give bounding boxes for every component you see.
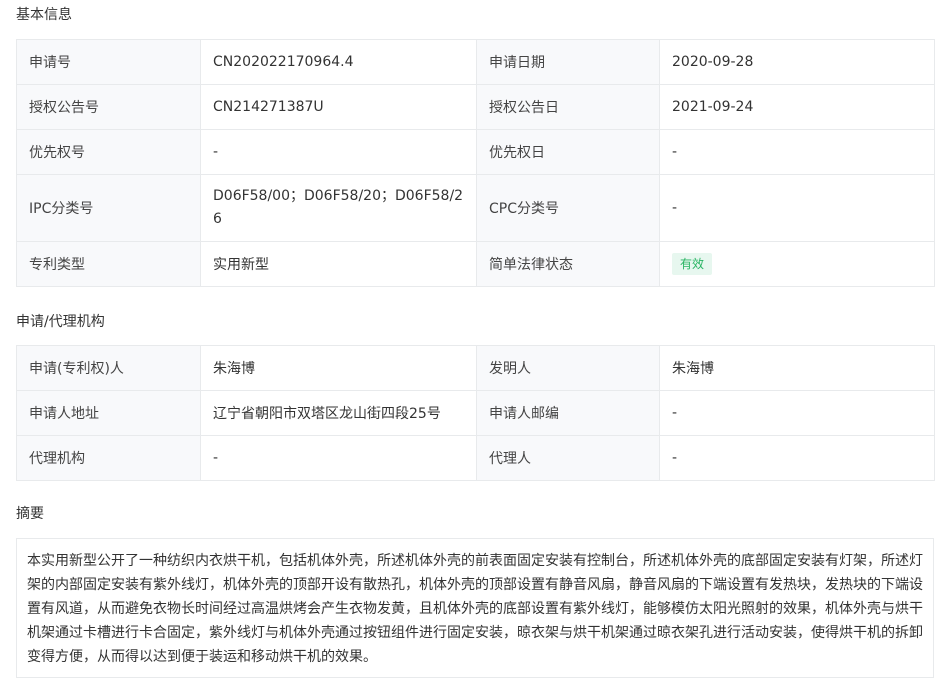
grant-pub-date-label: 授权公告日	[476, 84, 660, 130]
abstract-title: 摘要	[16, 506, 44, 522]
table-row: 申请(专利权)人 朱海博 发明人 朱海博	[16, 345, 935, 391]
priority-number-value: -	[200, 129, 477, 175]
ipc-class-value: D06F58/00；D06F58/20；D06F58/26	[200, 174, 477, 242]
cpc-class-value: -	[659, 174, 935, 242]
patent-type-label: 专利类型	[16, 241, 201, 287]
grant-pub-date-value: 2021-09-24	[659, 84, 935, 130]
application-date-value: 2020-09-28	[659, 39, 935, 85]
inventor-label: 发明人	[476, 345, 660, 391]
agency-value: -	[200, 435, 477, 481]
basic-info-title: 基本信息	[16, 7, 72, 23]
legal-status-label: 简单法律状态	[476, 241, 660, 287]
grant-pub-number-value: CN214271387U	[200, 84, 477, 130]
applicant-zip-label: 申请人邮编	[476, 390, 660, 436]
priority-date-label: 优先权日	[476, 129, 660, 175]
patent-type-value: 实用新型	[200, 241, 477, 287]
applicant-address-label: 申请人地址	[16, 390, 201, 436]
applicant-zip-value: -	[659, 390, 935, 436]
agency-info-table: 申请(专利权)人 朱海博 发明人 朱海博 申请人地址 辽宁省朝阳市双塔区龙山街四…	[16, 345, 935, 481]
table-row: 申请人地址 辽宁省朝阳市双塔区龙山街四段25号 申请人邮编 -	[16, 390, 935, 436]
table-row: 申请号 CN202022170964.4 申请日期 2020-09-28	[16, 39, 935, 85]
table-row: 代理机构 - 代理人 -	[16, 435, 935, 481]
basic-info-table: 申请号 CN202022170964.4 申请日期 2020-09-28 授权公…	[16, 39, 935, 287]
cpc-class-label: CPC分类号	[476, 174, 660, 242]
applicant-address-value: 辽宁省朝阳市双塔区龙山街四段25号	[200, 390, 477, 436]
agent-value: -	[659, 435, 935, 481]
table-row: IPC分类号 D06F58/00；D06F58/20；D06F58/26 CPC…	[16, 174, 935, 242]
abstract-text: 本实用新型公开了一种纺织内衣烘干机，包括机体外壳，所述机体外壳的前表面固定安装有…	[16, 538, 934, 678]
priority-number-label: 优先权号	[16, 129, 201, 175]
ipc-class-label: IPC分类号	[16, 174, 201, 242]
application-number-label: 申请号	[16, 39, 201, 85]
agency-label: 代理机构	[16, 435, 201, 481]
grant-pub-number-label: 授权公告号	[16, 84, 201, 130]
inventor-value: 朱海博	[659, 345, 935, 391]
table-row: 优先权号 - 优先权日 -	[16, 129, 935, 175]
applicant-value: 朱海博	[200, 345, 477, 391]
applicant-label: 申请(专利权)人	[16, 345, 201, 391]
table-row: 专利类型 实用新型 简单法律状态 有效	[16, 241, 935, 287]
table-row: 授权公告号 CN214271387U 授权公告日 2021-09-24	[16, 84, 935, 130]
legal-status-cell: 有效	[659, 241, 935, 287]
agency-info-title: 申请/代理机构	[16, 314, 105, 330]
status-badge: 有效	[672, 253, 713, 275]
agent-label: 代理人	[476, 435, 660, 481]
application-date-label: 申请日期	[476, 39, 660, 85]
priority-date-value: -	[659, 129, 935, 175]
application-number-value: CN202022170964.4	[200, 39, 477, 85]
